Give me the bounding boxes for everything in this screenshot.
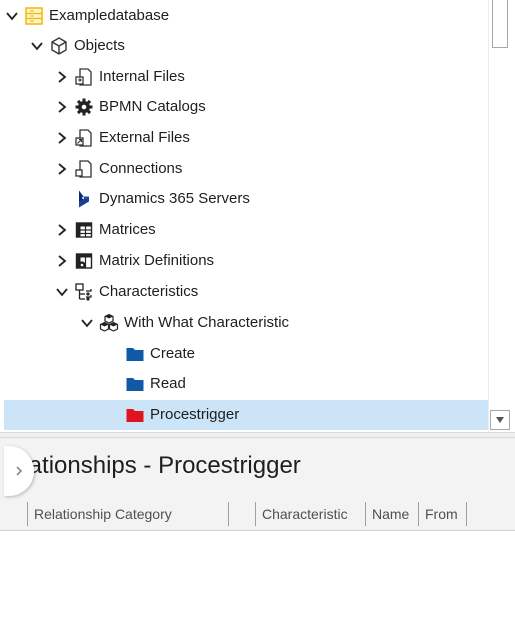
database-icon xyxy=(24,6,44,26)
tree-item-read[interactable]: Read xyxy=(105,369,488,399)
column-header-name[interactable]: Name xyxy=(365,502,418,526)
tree-item-label: Dynamics 365 Servers xyxy=(99,190,250,207)
column-header-characteristic[interactable]: Characteristic xyxy=(255,502,365,526)
object-tree: Exampledatabase Objects Internal Files B… xyxy=(0,0,515,432)
matrix-definition-icon xyxy=(74,251,94,271)
tree-item-label: Objects xyxy=(74,37,125,54)
tree-item-label: Matrices xyxy=(99,221,156,238)
characteristics-icon xyxy=(74,282,94,302)
chevron-right-icon[interactable] xyxy=(54,161,70,177)
tree-item-create[interactable]: Create xyxy=(105,339,488,369)
tree-item-label: Internal Files xyxy=(99,68,185,85)
tree-item-label: Characteristics xyxy=(99,283,199,300)
chevron-right-icon[interactable] xyxy=(54,99,70,115)
red-folder-icon xyxy=(125,405,145,425)
chevron-down-icon[interactable] xyxy=(79,315,95,331)
internal-file-icon xyxy=(74,67,94,87)
relationships-title: elationships - Procestrigger xyxy=(10,452,301,479)
chevron-right-icon xyxy=(16,466,23,476)
tree-item-matrices[interactable]: Matrices xyxy=(54,215,488,245)
column-divider[interactable] xyxy=(466,502,467,526)
triangle-down-icon xyxy=(496,417,504,423)
chevron-down-icon[interactable] xyxy=(4,8,20,24)
tree-item-label: Matrix Definitions xyxy=(99,252,215,269)
tree-item-label: External Files xyxy=(99,129,190,146)
tree-item-procestrigger[interactable]: Procestrigger xyxy=(4,400,488,430)
gear-icon xyxy=(74,97,94,117)
app-window: Exampledatabase Objects Internal Files B… xyxy=(0,0,515,639)
column-header-relationship-category[interactable]: Relationship Category xyxy=(27,502,200,526)
cube-icon xyxy=(49,36,69,56)
external-file-icon xyxy=(74,128,94,148)
tree-item-label: With What Characteristic xyxy=(124,314,290,331)
tree-vertical-scrollbar[interactable] xyxy=(488,0,511,432)
tree-item-label: Connections xyxy=(99,160,183,177)
scrollbar-thumb[interactable] xyxy=(492,0,508,48)
tree-item-label: Create xyxy=(150,345,196,362)
tree-item-dynamics-365-servers[interactable]: Dynamics 365 Servers xyxy=(54,184,488,214)
relationships-panel: elationships - Procestrigger Relationshi… xyxy=(0,438,515,639)
chevron-right-icon[interactable] xyxy=(54,253,70,269)
relationships-grid xyxy=(0,530,515,639)
matrix-icon xyxy=(74,220,94,240)
tree-item-objects[interactable]: Objects xyxy=(29,31,488,61)
dynamics-365-icon xyxy=(74,189,94,209)
tree-item-external-files[interactable]: External Files xyxy=(54,123,488,153)
chevron-down-icon[interactable] xyxy=(29,38,45,54)
tree-item-label: Read xyxy=(150,375,186,392)
tree-item-with-what-characteristic[interactable]: With What Characteristic xyxy=(79,308,488,338)
relationships-column-headers: Relationship Category Characteristic Nam… xyxy=(0,502,515,526)
tree-item-matrix-definitions[interactable]: Matrix Definitions xyxy=(54,246,488,276)
tree-item-exampledatabase[interactable]: Exampledatabase xyxy=(4,1,488,31)
tree-item-label: BPMN Catalogs xyxy=(99,98,206,115)
tree-item-internal-files[interactable]: Internal Files xyxy=(54,62,488,92)
chevron-down-icon[interactable] xyxy=(54,284,70,300)
tree-item-label: Procestrigger xyxy=(150,406,240,423)
tree-item-label: Exampledatabase xyxy=(49,7,170,24)
connection-icon xyxy=(74,159,94,179)
tree-item-characteristics[interactable]: Characteristics xyxy=(54,277,488,307)
characteristic-group-icon xyxy=(99,313,119,333)
column-header-from[interactable]: From xyxy=(418,502,467,526)
blue-folder-icon xyxy=(125,344,145,364)
tree-item-bpmn-catalogs[interactable]: BPMN Catalogs xyxy=(54,92,488,122)
chevron-right-icon[interactable] xyxy=(54,130,70,146)
column-header-blank[interactable] xyxy=(228,502,255,526)
chevron-right-icon[interactable] xyxy=(54,222,70,238)
chevron-right-icon[interactable] xyxy=(54,69,70,85)
tree-item-connections[interactable]: Connections xyxy=(54,154,488,184)
scroll-down-button[interactable] xyxy=(490,410,510,430)
blue-folder-icon xyxy=(125,374,145,394)
